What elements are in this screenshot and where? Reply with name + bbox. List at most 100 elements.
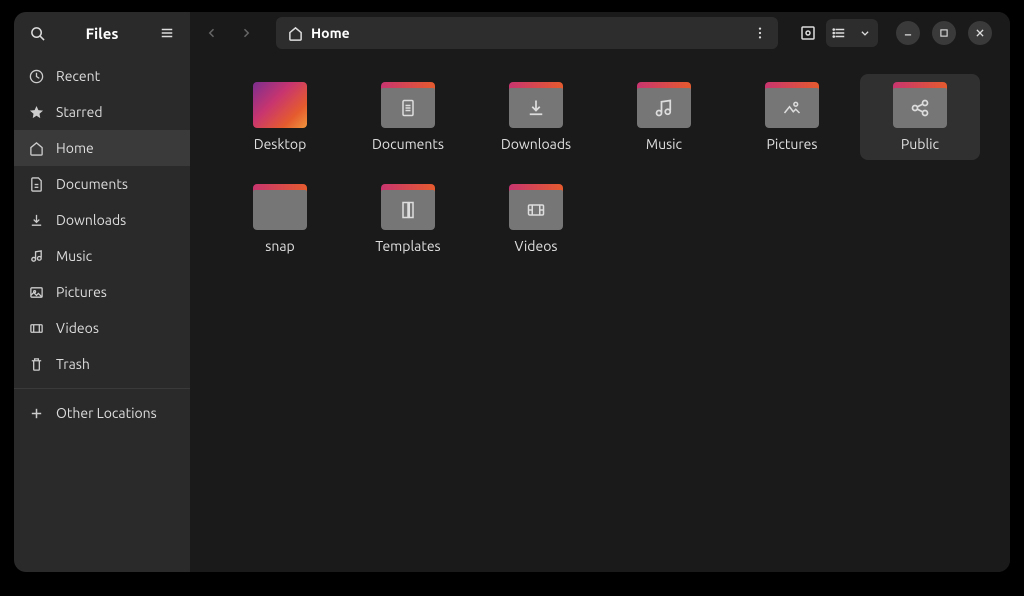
- back-button[interactable]: [198, 19, 226, 47]
- sidebar-item-label: Home: [56, 140, 94, 156]
- music-icon: [654, 98, 674, 118]
- chevron-left-icon: [206, 27, 218, 39]
- search-button[interactable]: [24, 20, 50, 46]
- list-icon: [832, 26, 846, 40]
- sidebar-item-label: Documents: [56, 176, 128, 192]
- folder-icon: [893, 82, 947, 128]
- sidebar-item-label: Pictures: [56, 284, 107, 300]
- close-icon: [975, 28, 985, 38]
- sidebar-item-label: Downloads: [56, 212, 126, 228]
- chevron-down-icon: [860, 28, 870, 38]
- headerbar: Home: [190, 12, 1010, 54]
- app-title: Files: [58, 25, 146, 42]
- sidebar-item-music[interactable]: Music: [14, 238, 190, 274]
- clock-icon: [28, 68, 44, 84]
- folder-label: Pictures: [767, 136, 818, 152]
- view-switcher: [826, 19, 878, 47]
- folder-icon: [381, 82, 435, 128]
- templates-icon: [398, 200, 418, 220]
- chevron-right-icon: [240, 27, 252, 39]
- sidebar-item-starred[interactable]: Starred: [14, 94, 190, 130]
- folder-icon: [509, 82, 563, 128]
- sidebar-item-videos[interactable]: Videos: [14, 310, 190, 346]
- folder-grid: Desktop Documents: [220, 74, 980, 262]
- folder-label: Documents: [372, 136, 444, 152]
- sidebar-item-other-locations[interactable]: Other Locations: [14, 395, 190, 431]
- minimize-icon: [903, 28, 913, 38]
- folder-label: Downloads: [501, 136, 571, 152]
- sidebar-item-recent[interactable]: Recent: [14, 58, 190, 94]
- folder-label: snap: [265, 238, 294, 254]
- share-icon: [910, 98, 930, 118]
- view-options-button[interactable]: [852, 19, 878, 47]
- folder-documents[interactable]: Documents: [348, 74, 468, 160]
- sidebar-item-documents[interactable]: Documents: [14, 166, 190, 202]
- sidebar: Files Recent Starred: [14, 12, 190, 572]
- picture-icon: [782, 98, 802, 118]
- folder-desktop[interactable]: Desktop: [220, 74, 340, 160]
- maximize-icon: [939, 28, 949, 38]
- window-controls: [890, 21, 998, 45]
- forward-button[interactable]: [232, 19, 260, 47]
- sidebar-item-label: Recent: [56, 68, 100, 84]
- list-view-button[interactable]: [826, 19, 852, 47]
- search-icon: [30, 26, 45, 41]
- folder-downloads[interactable]: Downloads: [476, 74, 596, 160]
- folder-music[interactable]: Music: [604, 74, 724, 160]
- focus-icon: [800, 25, 816, 41]
- folder-label: Videos: [515, 238, 558, 254]
- folder-templates[interactable]: Templates: [348, 176, 468, 262]
- trash-icon: [28, 356, 44, 372]
- sidebar-list: Recent Starred Home Documents: [14, 54, 190, 435]
- folder-label: Public: [901, 136, 939, 152]
- sidebar-item-trash[interactable]: Trash: [14, 346, 190, 382]
- star-icon: [28, 104, 44, 120]
- minimize-button[interactable]: [896, 21, 920, 45]
- sidebar-item-label: Videos: [56, 320, 99, 336]
- hamburger-icon: [160, 26, 174, 40]
- folder-icon: [765, 82, 819, 128]
- folder-public[interactable]: Public: [860, 74, 980, 160]
- download-icon: [28, 212, 44, 228]
- document-icon: [398, 98, 418, 118]
- folder-label: Templates: [375, 238, 440, 254]
- sidebar-item-label: Trash: [56, 356, 90, 372]
- sidebar-divider: [14, 388, 190, 389]
- folder-label: Desktop: [254, 136, 307, 152]
- folder-pictures[interactable]: Pictures: [732, 74, 852, 160]
- content-area[interactable]: Desktop Documents: [190, 54, 1010, 572]
- desktop-wallpaper-icon: [253, 82, 307, 128]
- sidebar-item-label: Starred: [56, 104, 103, 120]
- close-button[interactable]: [968, 21, 992, 45]
- sidebar-header: Files: [14, 12, 190, 54]
- video-icon: [28, 320, 44, 336]
- folder-videos[interactable]: Videos: [476, 176, 596, 262]
- video-icon: [526, 200, 546, 220]
- sidebar-item-pictures[interactable]: Pictures: [14, 274, 190, 310]
- path-label: Home: [311, 25, 350, 41]
- folder-icon: [637, 82, 691, 128]
- pathbar-menu-button[interactable]: [746, 19, 774, 47]
- document-icon: [28, 176, 44, 192]
- download-icon: [526, 98, 546, 118]
- folder-snap[interactable]: snap: [220, 176, 340, 262]
- sidebar-item-label: Other Locations: [56, 405, 157, 421]
- folder-icon: [253, 184, 307, 230]
- sidebar-menu-button[interactable]: [154, 20, 180, 46]
- plus-icon: [28, 405, 44, 421]
- sidebar-item-home[interactable]: Home: [14, 130, 190, 166]
- home-icon: [28, 140, 44, 156]
- folder-label: Music: [646, 136, 682, 152]
- kebab-icon: [753, 26, 767, 40]
- maximize-button[interactable]: [932, 21, 956, 45]
- home-icon: [288, 26, 303, 41]
- picture-icon: [28, 284, 44, 300]
- main-pane: Home: [190, 12, 1010, 572]
- sidebar-item-label: Music: [56, 248, 92, 264]
- focus-mode-button[interactable]: [794, 19, 822, 47]
- folder-icon: [381, 184, 435, 230]
- sidebar-item-downloads[interactable]: Downloads: [14, 202, 190, 238]
- folder-icon: [509, 184, 563, 230]
- music-icon: [28, 248, 44, 264]
- pathbar[interactable]: Home: [276, 17, 778, 49]
